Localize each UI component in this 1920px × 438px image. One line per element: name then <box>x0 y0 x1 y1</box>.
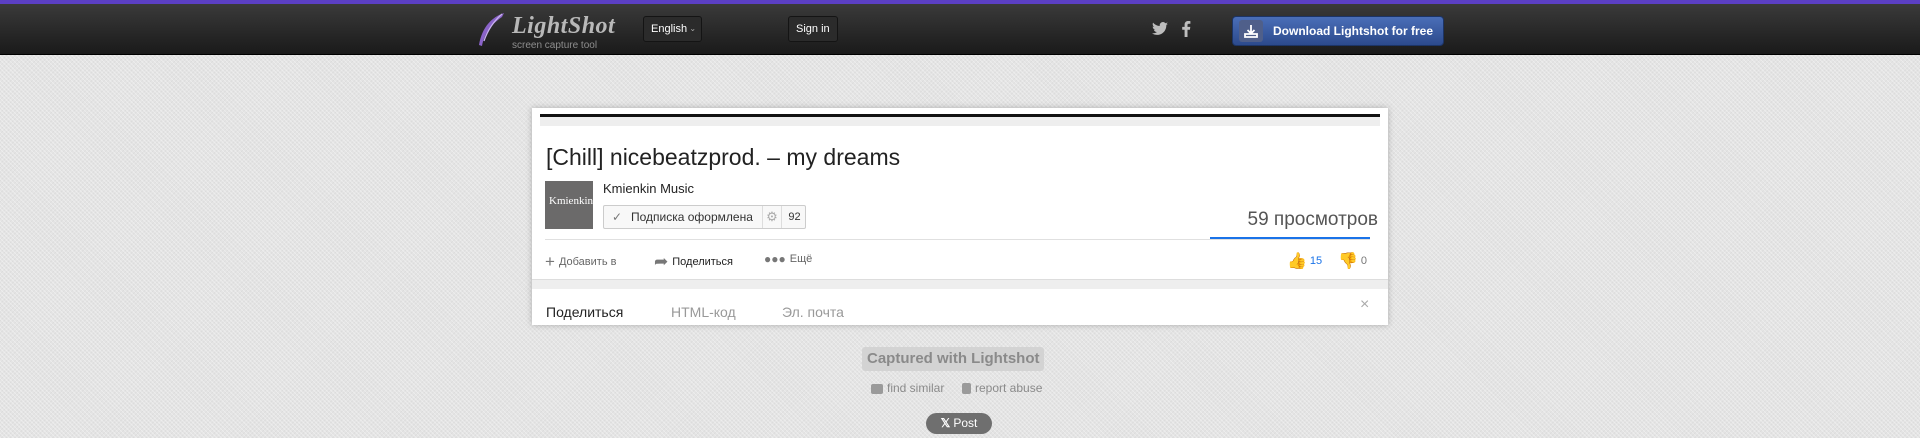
share-action: ➦ Поделиться <box>654 252 733 272</box>
dislikes-value: 0 <box>1360 254 1368 267</box>
logo-tagline: screen capture tool <box>512 40 598 51</box>
share-label: Поделиться <box>672 255 733 268</box>
channel-name: Kmienkin Music <box>603 181 695 196</box>
language-select[interactable]: English ⌄ <box>643 16 703 42</box>
add-to-label: Добавить в <box>558 255 617 268</box>
find-similar-label: find similar <box>887 381 945 395</box>
feather-icon <box>479 13 504 46</box>
language-label: English <box>651 23 688 35</box>
tab-html-code: HTML-код <box>671 304 736 320</box>
more-action: ●●● Ещё <box>764 252 812 266</box>
tab-share: Поделиться <box>546 304 624 320</box>
find-similar-link[interactable]: find similar <box>871 381 944 395</box>
more-label: Ещё <box>789 252 813 265</box>
likes-value: 15 <box>1309 254 1323 267</box>
divider <box>532 279 1388 289</box>
logo-name: LightShot <box>512 13 616 39</box>
top-bar: LightShot screen capture tool English ⌄ … <box>0 0 1920 54</box>
facebook-icon[interactable] <box>1176 21 1196 41</box>
plus-icon: + <box>545 252 555 271</box>
thumbs-up-icon: 👍 <box>1287 253 1307 270</box>
avatar-text: Kmienkin <box>549 195 593 207</box>
report-abuse-label: report abuse <box>975 381 1043 395</box>
screenshot-card: [Chill] nicebeatzprod. – my dreams Kmien… <box>532 108 1388 325</box>
report-abuse-link[interactable]: report abuse <box>962 381 1042 395</box>
chevron-down-icon: ⌄ <box>689 24 697 33</box>
close-icon: × <box>1360 296 1370 313</box>
post-label: Post <box>953 416 978 430</box>
gear-icon: ⚙ <box>762 206 781 228</box>
camera-icon <box>871 383 883 394</box>
divider <box>545 239 1370 240</box>
thumbs-down-icon: 👎 <box>1338 253 1358 270</box>
subscribe-label: Подписка оформлена <box>631 210 753 224</box>
tab-email: Эл. почта <box>782 304 844 320</box>
twitter-icon[interactable] <box>1150 21 1170 41</box>
download-label: Download Lightshot for free <box>1273 24 1433 38</box>
divider <box>540 117 1380 126</box>
sign-in-button[interactable]: Sign in <box>788 16 838 42</box>
more-dots-icon: ●●● <box>764 252 786 266</box>
checkmark-icon: ✓ <box>612 210 623 224</box>
x-post-button[interactable]: 𝕏 Post <box>926 413 992 434</box>
view-count: 59 просмотров <box>1247 209 1378 230</box>
share-arrow-icon: ➦ <box>654 252 669 271</box>
lightshot-logo[interactable]: LightShot screen capture tool <box>474 9 616 53</box>
subscriber-count: 92 <box>781 206 807 228</box>
dislike-count: 👎 0 <box>1338 251 1367 271</box>
download-button[interactable]: Download Lightshot for free <box>1232 16 1444 46</box>
like-count: 👍 15 <box>1287 251 1322 271</box>
subscribe-button: ✓ Подписка оформлена ⚙ 92 <box>603 205 806 229</box>
captured-with-lightshot: Captured with Lightshot <box>862 347 1045 371</box>
video-title: [Chill] nicebeatzprod. – my dreams <box>546 144 901 170</box>
add-to-action: + Добавить в <box>545 252 616 272</box>
x-icon: 𝕏 <box>940 416 951 430</box>
avatar: Kmienkin <box>545 181 593 229</box>
flag-icon <box>962 383 971 395</box>
download-icon <box>1239 20 1263 42</box>
